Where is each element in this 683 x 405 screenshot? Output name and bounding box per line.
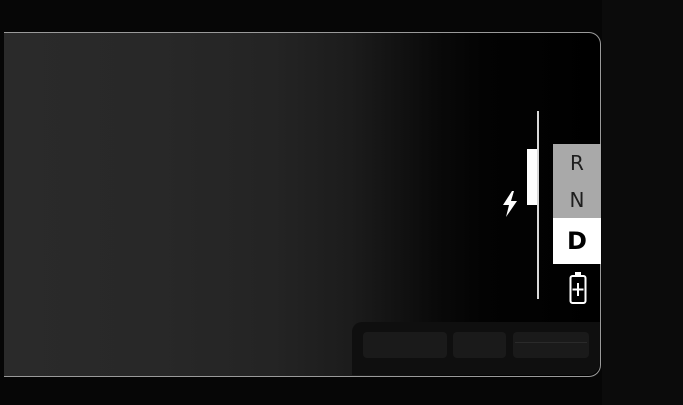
tray-widget-3[interactable] — [513, 332, 589, 358]
power-gauge-track — [537, 111, 539, 299]
vehicle-display: R N D — [0, 0, 683, 405]
gear-neutral[interactable]: N — [553, 181, 601, 218]
tray-widget-2[interactable] — [453, 332, 506, 358]
gear-drive[interactable]: D — [553, 218, 601, 264]
battery-icon — [569, 272, 587, 304]
gear-selector[interactable]: R N D — [553, 144, 601, 264]
gear-reverse[interactable]: R — [553, 144, 601, 181]
lightning-bolt-icon — [503, 191, 517, 217]
power-gauge-indicator — [527, 149, 537, 205]
tray-divider — [515, 342, 587, 343]
tray-widget-1[interactable] — [363, 332, 447, 358]
screen-bezel — [602, 0, 683, 405]
